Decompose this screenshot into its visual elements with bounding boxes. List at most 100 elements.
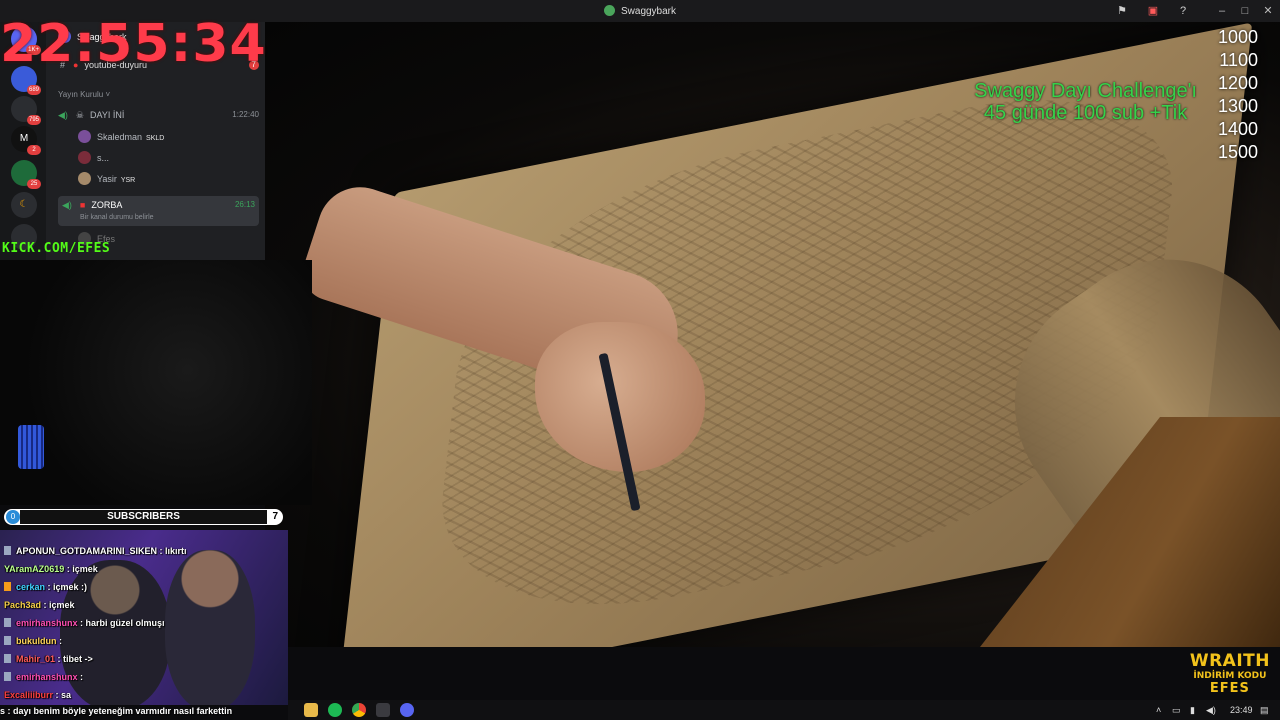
challenge-line-1: Swaggy Dayı Challenge'ı <box>974 80 1197 102</box>
voice-channel-zorba[interactable]: ◀) ■ ZORBA 26:13 Bir kanal durumu belirle <box>58 196 259 226</box>
chat-message: YAramAZ0619 : içmek <box>4 564 98 574</box>
moon-server-icon[interactable]: ☾ <box>11 192 37 218</box>
chat-message: bukuldun : <box>4 632 288 650</box>
member-name: Skaledman <box>97 132 143 142</box>
chat-text: içmek :) <box>53 582 88 592</box>
inbox-icon[interactable]: ⚑ <box>1115 4 1129 18</box>
speaker-icon: ◀) <box>58 110 68 120</box>
voice-channel-time: 26:13 <box>234 200 255 209</box>
spotify-icon[interactable] <box>328 703 342 717</box>
minimize-button[interactable]: – <box>1212 3 1232 19</box>
challenge-line-2: 45 günde 100 sub +Tik <box>983 102 1188 124</box>
mic-icon[interactable]: ▮ <box>1190 703 1195 717</box>
chat-user: cerkan <box>16 582 46 592</box>
challenge-text: Swaggy Dayı Challenge'ı 45 günde 100 sub… <box>974 80 1197 124</box>
goal-item: 1500 <box>1217 142 1258 162</box>
chat-user: APONUN_GOTDAMARINI_SIKEN <box>16 546 158 556</box>
chat-user: Mahir_01 <box>16 654 56 664</box>
voice-member[interactable]: Yasir YSR <box>78 170 259 188</box>
file-explorer-icon[interactable] <box>304 703 318 717</box>
voice-channel-dayi-ini[interactable]: ◀) ☠ DAYI İNİ 1:22:40 <box>58 106 259 124</box>
app-icon <box>603 5 615 16</box>
chat-message: APONUN_GOTDAMARINI_SIKEN : lıkırtı <box>4 542 288 560</box>
voice-member[interactable]: Skaledman SKLD <box>78 128 259 146</box>
sponsor-subtitle: İNDİRİM KODU <box>1193 671 1267 681</box>
chat-message: emirhanshunx : <box>4 668 288 686</box>
speaker-icon: ◀) <box>62 200 72 210</box>
mod-badge-icon <box>4 618 11 627</box>
avatar <box>78 151 91 164</box>
chat-user: YAramAZ0619 <box>4 564 65 574</box>
category-header[interactable]: Yayın Kurulu ˅ <box>58 86 259 104</box>
mod-badge-icon <box>4 636 11 645</box>
sponsor-code: EFES <box>1209 681 1250 696</box>
chat-user: Excaliiiburr <box>4 690 54 700</box>
server-icon[interactable]: 25 <box>11 160 41 189</box>
screen-share-icon[interactable]: ▣ <box>1146 4 1160 18</box>
avatar <box>78 172 91 185</box>
room-camera <box>0 260 312 505</box>
avatar <box>78 130 91 143</box>
chat-overlay: APONUN_GOTDAMARINI_SIKEN : lıkırtı YAram… <box>4 542 288 704</box>
goal-item: 1100 <box>1219 50 1258 70</box>
taskbar: ˄ ▭ ▮ ◀) 23:49 ▤ <box>288 700 1280 720</box>
notifications-icon[interactable]: ▤ <box>1260 703 1269 717</box>
sponsor-name: WRAITH <box>1189 651 1270 671</box>
chat-text: sa <box>61 690 72 700</box>
subscriber-current: 0 <box>6 510 20 524</box>
pc-light <box>18 425 44 469</box>
network-icon[interactable]: ▭ <box>1172 703 1181 717</box>
goal-item: 1300 <box>1217 96 1258 116</box>
member-name: Yasir <box>97 174 117 184</box>
chrome-icon[interactable] <box>352 703 366 717</box>
server-icon[interactable]: 795 <box>11 96 41 125</box>
server-badge: 689 <box>26 85 41 95</box>
chat-user: Pach3ad <box>4 600 42 610</box>
stream-clock: 22:55:34 <box>0 14 267 74</box>
chat-user: emirhanshunx <box>16 672 78 682</box>
window-title-text: Swaggybark <box>620 6 677 17</box>
chat-message: cerkan : içmek :) <box>4 578 288 596</box>
voice-member[interactable]: s... <box>78 149 259 167</box>
gmail-icon[interactable]: M2 <box>11 126 41 155</box>
goal-list: 1000 1100 1200 1300 1400 1500 <box>1218 26 1258 164</box>
chat-last-message: s : dayı benim böyle yeteneğim varmıdır … <box>0 706 233 716</box>
mod-badge-icon <box>4 546 11 555</box>
help-icon[interactable]: ? <box>1176 4 1190 18</box>
server-badge: 795 <box>26 115 41 125</box>
subscriber-goal-bar: 0 SUBSCRIBERS 7 <box>4 509 283 525</box>
chat-text: harbi güzel olmuşı <box>85 618 165 628</box>
voice-channel-name: DAYI İNİ <box>90 110 125 120</box>
category-name: Yayın Kurulu <box>58 90 104 99</box>
volume-icon[interactable]: ◀) <box>1206 703 1216 717</box>
chat-message: Mahir_01 : tibet -> <box>4 650 288 668</box>
chat-message: Pach3ad : içmek <box>4 600 75 610</box>
server-badge: 2 <box>27 145 41 155</box>
stream-frame: Swaggybark ⚑ ▣ ? – □ ✕ Swaggy Dayı Chall… <box>0 0 1280 720</box>
goal-item: 1000 <box>1217 27 1258 47</box>
chat-message: Excaliiiburr : sa <box>4 690 72 700</box>
member-name: s... <box>97 153 110 163</box>
skull-icon: ☠ <box>75 110 84 120</box>
kick-url: KICK.COM/EFES <box>2 241 111 256</box>
subscriber-target: 7 <box>272 511 278 522</box>
discord-icon[interactable] <box>400 703 414 717</box>
chat-user: bukuldun <box>16 636 57 646</box>
goal-item: 1400 <box>1217 119 1258 139</box>
taskbar-clock[interactable]: 23:49 <box>1230 703 1253 717</box>
chat-text: tibet -> <box>63 654 93 664</box>
server-badge: 25 <box>27 179 41 189</box>
tray-expand-icon[interactable]: ˄ <box>1156 703 1161 717</box>
obs-icon[interactable] <box>376 703 390 717</box>
chat-text: lıkırtı <box>165 546 187 556</box>
voice-channel-time: 1:22:40 <box>232 110 259 119</box>
goal-item: 1200 <box>1217 73 1258 93</box>
maximize-button[interactable]: □ <box>1235 3 1255 19</box>
channel-status: Bir kanal durumu belirle <box>80 214 154 221</box>
chat-text: içmek <box>49 600 75 610</box>
member-tag: SKLD <box>146 135 165 142</box>
chat-user: emirhanshunx <box>16 618 78 628</box>
close-button[interactable]: ✕ <box>1258 3 1278 19</box>
gift-badge-icon <box>4 582 11 591</box>
mod-badge-icon <box>4 672 11 681</box>
